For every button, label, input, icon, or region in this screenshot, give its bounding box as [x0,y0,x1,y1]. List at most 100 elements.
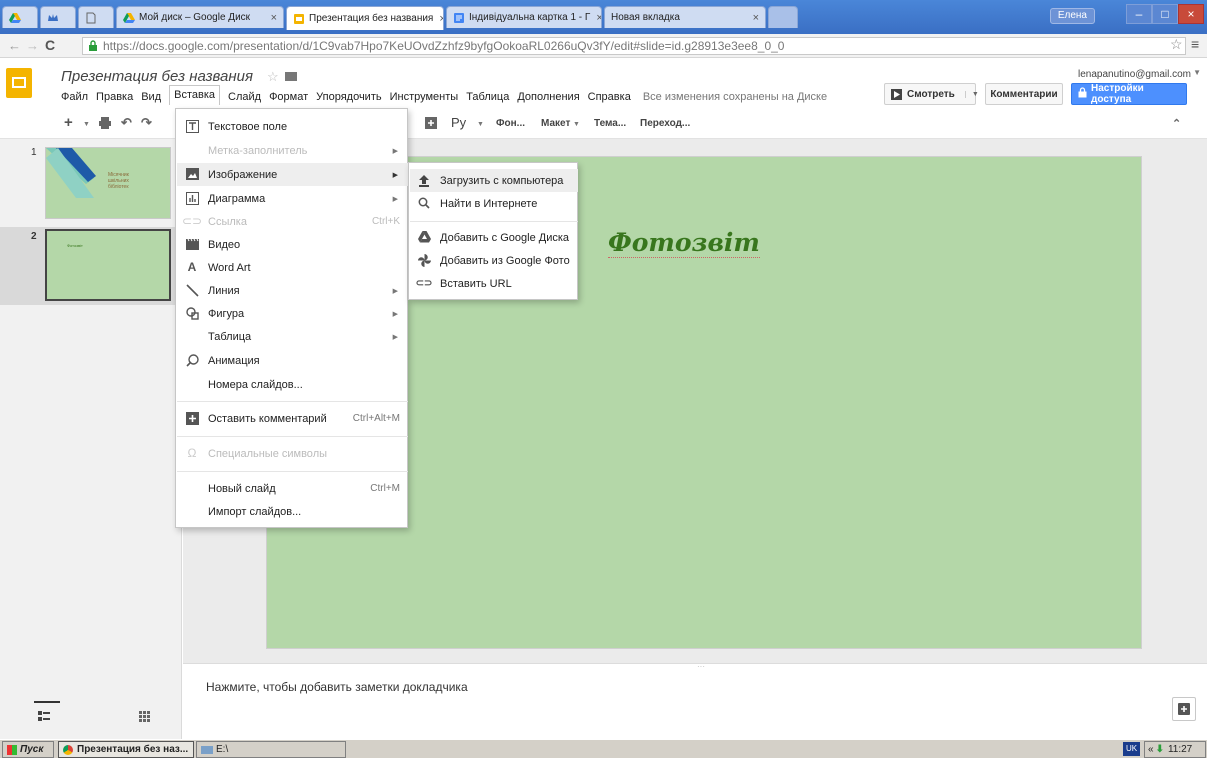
menu-icon[interactable]: ≡ [1191,36,1199,52]
menu-edit[interactable]: Правка [96,91,133,103]
browser-tab-pinned-3[interactable] [78,6,114,28]
language-indicator[interactable]: UK [1123,742,1140,756]
slides-logo[interactable] [6,68,32,98]
animation-icon [185,353,199,367]
menu-slide[interactable]: Слайд [228,91,261,103]
expand-tray-icon[interactable]: « [1148,744,1154,755]
share-button[interactable]: Настройки доступа [1071,83,1187,105]
forms-icon [453,12,465,24]
menu-item-import-slides[interactable]: Импорт слайдов... [177,500,408,523]
chevron-down-icon[interactable]: ▼ [964,90,979,98]
transition-button[interactable]: Переход... [640,118,690,129]
speaker-notes[interactable]: ··· [183,663,1207,739]
submenu-item-drive[interactable]: Добавить с Google Диска [410,226,578,249]
menu-item-video[interactable]: Видео [177,233,408,256]
close-icon[interactable]: × [747,12,759,24]
menu-file[interactable]: Файл [61,91,88,103]
menu-item-table[interactable]: Таблица ▶ [177,325,408,348]
menu-item-comment[interactable]: Оставить комментарий Ctrl+Alt+M [177,407,408,430]
add-comment-icon[interactable] [425,117,437,132]
chrome-icon [63,744,73,755]
chevron-down-icon[interactable]: ▼ [1193,68,1201,77]
close-icon[interactable]: × [433,13,443,25]
slide-thumbnail-2[interactable]: Фотозвіт [45,229,171,301]
star-icon[interactable]: ☆ [267,69,279,85]
menu-item-shape[interactable]: Фигура ▶ [177,302,408,325]
present-button[interactable]: Смотреть ▼ [884,83,979,105]
menu-arrange[interactable]: Упорядочить [316,91,381,103]
folder-icon[interactable] [284,72,297,81]
save-status[interactable]: Все изменения сохранены на Диске [643,91,827,103]
line-icon [185,283,199,297]
menu-format[interactable]: Формат [269,91,308,103]
slide-title[interactable]: Фотозвіт [608,228,760,258]
close-icon[interactable]: × [590,12,601,24]
menu-item-text-box[interactable]: Текстовое поле [177,115,408,138]
menu-addons[interactable]: Дополнения [517,91,579,103]
menu-tools[interactable]: Инструменты [390,91,459,103]
close-window-button[interactable]: × [1178,4,1204,24]
menu-item-line[interactable]: Линия ▶ [177,279,408,302]
grid-view-icon[interactable] [139,711,150,725]
layout-button[interactable]: Макет [541,118,570,129]
menu-table[interactable]: Таблица [466,91,509,103]
browser-tab-pinned-2[interactable] [40,6,76,28]
slide-thumbnail-1[interactable]: Місячник шкільних бібліотек [45,147,171,219]
drive-icon [123,12,135,24]
drive-icon [9,12,21,24]
browser-user-badge[interactable]: Елена [1049,8,1095,24]
minimize-button[interactable]: – [1126,4,1152,24]
taskbar-window-chrome[interactable]: Презентация без наз... [58,741,194,758]
new-tab-button[interactable] [768,6,798,28]
speaker-notes-placeholder[interactable]: Нажмите, чтобы добавить заметки докладчи… [206,680,468,694]
close-icon[interactable]: × [265,12,277,24]
font-select[interactable]: Ру [451,115,466,130]
redo-icon[interactable]: ↷ [141,115,152,131]
star-icon[interactable]: ☆ [1170,36,1183,53]
menu-insert[interactable]: Вставка [169,85,221,105]
chevron-down-icon[interactable]: ▼ [477,121,484,128]
collapse-icon[interactable]: ⌃ [1172,117,1181,130]
menu-item-slide-numbers[interactable]: Номера слайдов... [177,373,408,396]
account-email[interactable]: lenapanutino@gmail.com [1078,69,1191,80]
submenu-item-upload[interactable]: Загрузить с компьютера [410,169,578,192]
comments-button[interactable]: Комментарии [985,83,1063,105]
browser-tab-presentation[interactable]: Презентация без названия × [286,6,444,30]
chevron-down-icon[interactable]: ▼ [83,121,90,128]
browser-tab-pinned-1[interactable] [2,6,38,28]
menu-item-link: ⊂⊃ Ссылка Ctrl+K [181,214,400,228]
theme-button[interactable]: Тема... [594,118,626,129]
submenu-item-search[interactable]: Найти в Интернете [410,192,578,215]
menu-view[interactable]: Вид [141,91,161,103]
download-arrow-icon[interactable]: ⬇ [1156,744,1164,755]
forward-icon[interactable]: → [26,38,39,53]
menu-item-chart[interactable]: Диаграмма ▶ [177,187,408,210]
filmstrip-view-icon[interactable] [38,711,50,724]
word-art-icon: A [187,260,197,274]
start-button[interactable]: Пуск [2,741,54,758]
undo-icon[interactable]: ↶ [121,115,132,131]
menu-help[interactable]: Справка [588,91,631,103]
background-button[interactable]: Фон... [496,118,525,129]
menu-item-animation[interactable]: Анимация [177,349,408,372]
menu-item-image[interactable]: Изображение ▶ [177,163,408,186]
browser-tab-new[interactable]: Новая вкладка × [604,6,766,28]
resize-handle[interactable]: ··· [697,663,705,671]
print-icon[interactable] [98,116,112,133]
maximize-button[interactable]: □ [1152,4,1178,24]
new-slide-icon[interactable]: + [64,114,73,131]
chevron-down-icon[interactable]: ▼ [573,121,580,128]
browser-tab-drive[interactable]: Мой диск – Google Диск × [116,6,284,28]
browser-tab-card[interactable]: Індивідуальна картка 1 - Г × [446,6,602,28]
taskbar-window-explorer[interactable]: E:\ [196,741,346,758]
chevron-right-icon: ▶ [392,195,398,203]
submenu-item-url[interactable]: ⊂⊃ Вставить URL [410,272,578,295]
menu-item-word-art[interactable]: A Word Art [177,256,408,279]
explore-button[interactable] [1172,697,1196,721]
submenu-item-photos[interactable]: Добавить из Google Фото [410,249,578,272]
url-field[interactable]: https://docs.google.com/presentation/d/1… [82,37,1186,55]
back-icon[interactable]: ← [8,38,21,53]
menu-item-new-slide[interactable]: Новый слайд Ctrl+M [177,477,408,500]
reload-icon[interactable]: C [45,37,55,53]
document-title[interactable]: Презентация без названия [61,68,253,85]
